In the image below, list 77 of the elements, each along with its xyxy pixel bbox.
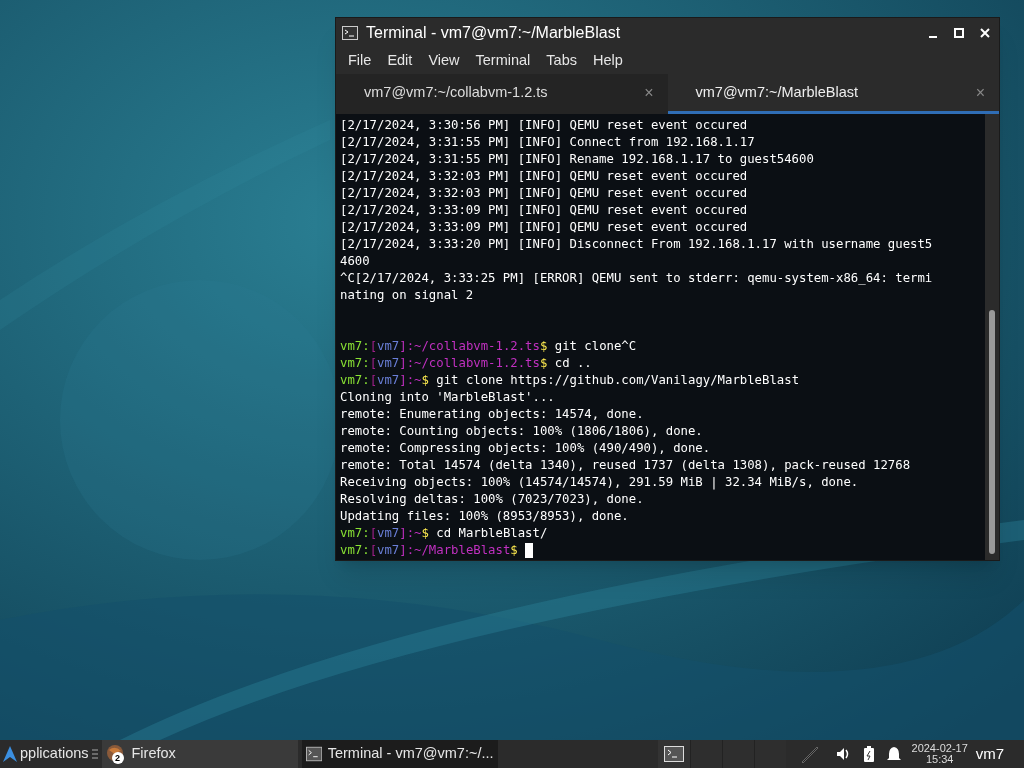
terminal-text: [ xyxy=(369,542,378,559)
terminal-text: vm7: xyxy=(340,372,370,389)
workspace[interactable] xyxy=(657,740,690,768)
terminal-text: [ xyxy=(369,372,378,389)
terminal-text: remote: Total 14574 (delta 1340), reused 1737 (delta 1308), pack-reused 12768 xyxy=(340,457,911,474)
terminal-icon xyxy=(342,26,358,40)
close-icon[interactable] xyxy=(979,27,991,39)
app-menu-icon[interactable] xyxy=(2,745,18,763)
terminal-text: vm7 xyxy=(377,525,400,542)
terminal-text: vm7 xyxy=(377,372,400,389)
tab-close-button[interactable]: × xyxy=(644,80,654,105)
taskbar-button[interactable]: 2 Firefox xyxy=(101,740,298,768)
menu-item[interactable]: View xyxy=(420,49,468,72)
taskbar-button[interactable]: Terminal - vm7@vm7:~/... xyxy=(301,740,498,768)
terminal-text: ]:~ xyxy=(399,372,422,389)
terminal-line: nating on signal 2 xyxy=(340,287,475,304)
menu-item[interactable]: File xyxy=(340,49,380,72)
terminal-icon xyxy=(305,746,322,762)
menu-item[interactable]: Help xyxy=(585,49,631,72)
terminal-text: remote: Counting objects: 100% (1806/1806), done. xyxy=(340,423,703,440)
terminal-text: remote: Compressing objects: 100% (490/490), done. xyxy=(340,440,711,457)
terminal-text: remote: Enumerating objects: 14574, done. xyxy=(340,406,644,423)
terminal-text: cd MarbleBlast/ xyxy=(435,525,548,542)
terminal-line: [2/17/2024, 3:30:56 PM] [INFO] QEMU reset event occured xyxy=(340,117,749,134)
terminal-text: [ xyxy=(369,525,378,542)
terminal-line: [2/17/2024, 3:32:03 PM] [INFO] QEMU reset event occured xyxy=(340,168,749,185)
terminal-text: git clone^C xyxy=(553,338,637,355)
terminal-line: 4600 xyxy=(340,253,371,270)
terminal-text: Resolving deltas: 100% (7023/7023), done. xyxy=(340,491,644,508)
terminal-text: vm7: xyxy=(340,525,370,542)
terminal-text: vm7: xyxy=(340,338,370,355)
terminal-line: [2/17/2024, 3:32:03 PM] [INFO] QEMU reset event occured xyxy=(340,185,749,202)
terminal-text: vm7: xyxy=(340,355,370,372)
terminal-text: ]:~/collabvm-1.2.ts xyxy=(399,338,540,355)
terminal-text: $ xyxy=(421,372,429,389)
tab-close-button[interactable]: × xyxy=(975,80,985,105)
terminal-text: ]:~/MarbleBlast xyxy=(399,542,511,559)
pen-icon[interactable] xyxy=(799,744,820,764)
battery-icon[interactable] xyxy=(863,746,874,762)
clock-date: 2024-02-17 xyxy=(911,743,968,754)
terminal-line: [2/17/2024, 3:33:09 PM] [INFO] QEMU reset event occured xyxy=(340,202,749,219)
terminal-text: vm7 xyxy=(377,542,400,559)
clock-time: 15:34 xyxy=(925,754,954,765)
terminal-text: Cloning into 'MarbleBlast'... xyxy=(340,389,555,406)
menu-item[interactable]: Edit xyxy=(379,49,421,72)
terminal-icon xyxy=(663,746,684,762)
terminal-text: vm7 xyxy=(377,355,400,372)
user-name[interactable]: vm7 xyxy=(975,742,1005,766)
window-title: Terminal - vm7@vm7:~/MarbleBlast xyxy=(366,23,622,43)
terminal-text: [ xyxy=(369,338,378,355)
menu-item[interactable]: Tabs xyxy=(538,49,585,72)
applications-menu[interactable]: pplications xyxy=(20,743,89,765)
terminal-line: [2/17/2024, 3:33:09 PM] [INFO] QEMU reset event occured xyxy=(340,219,749,236)
terminal-text: ]:~ xyxy=(399,525,422,542)
scrollbar[interactable] xyxy=(985,114,999,560)
terminal-text: ]:~/collabvm-1.2.ts xyxy=(399,355,540,372)
terminal-text: $ xyxy=(539,355,548,372)
terminal-text: vm7: xyxy=(340,542,370,559)
terminal-text: $ xyxy=(539,338,548,355)
terminal-text: $ xyxy=(510,542,518,559)
menu-item[interactable]: Terminal xyxy=(467,49,539,72)
terminal-text: Updating files: 100% (8953/8953), done. xyxy=(340,508,629,525)
terminal-text: [ xyxy=(369,355,378,372)
terminal-line: [2/17/2024, 3:31:55 PM] [INFO] Connect from 192.168.1.17 xyxy=(340,134,756,151)
menu-icon[interactable] xyxy=(91,749,98,759)
terminal-line: [2/17/2024, 3:31:55 PM] [INFO] Rename 192.168.1.17 to guest54600 xyxy=(340,151,815,168)
terminal-line: [2/17/2024, 3:33:20 PM] [INFO] Disconnect From 192.168.1.17 with username guest5 xyxy=(340,236,934,253)
maximize-icon[interactable] xyxy=(953,27,965,39)
terminal-line: ^C[2/17/2024, 3:33:25 PM] [ERROR] QEMU sent to stderr: qemu-system-x86_64: termi xyxy=(340,270,934,287)
terminal-text: vm7 xyxy=(377,338,400,355)
terminal-text: Receiving objects: 100% (14574/14574), 291.59 MiB | 32.34 MiB/s, done. xyxy=(340,474,859,491)
terminal-text: cd .. xyxy=(553,355,592,372)
terminal-text: $ xyxy=(421,525,429,542)
scrollbar-thumb[interactable] xyxy=(989,310,995,554)
terminal-text: git clone https://github.com/Vanilagy/MarbleBlast xyxy=(435,372,800,389)
tab[interactable]: vm7@vm7:~/MarbleBlast × xyxy=(667,74,999,114)
bell-icon[interactable] xyxy=(885,746,902,762)
